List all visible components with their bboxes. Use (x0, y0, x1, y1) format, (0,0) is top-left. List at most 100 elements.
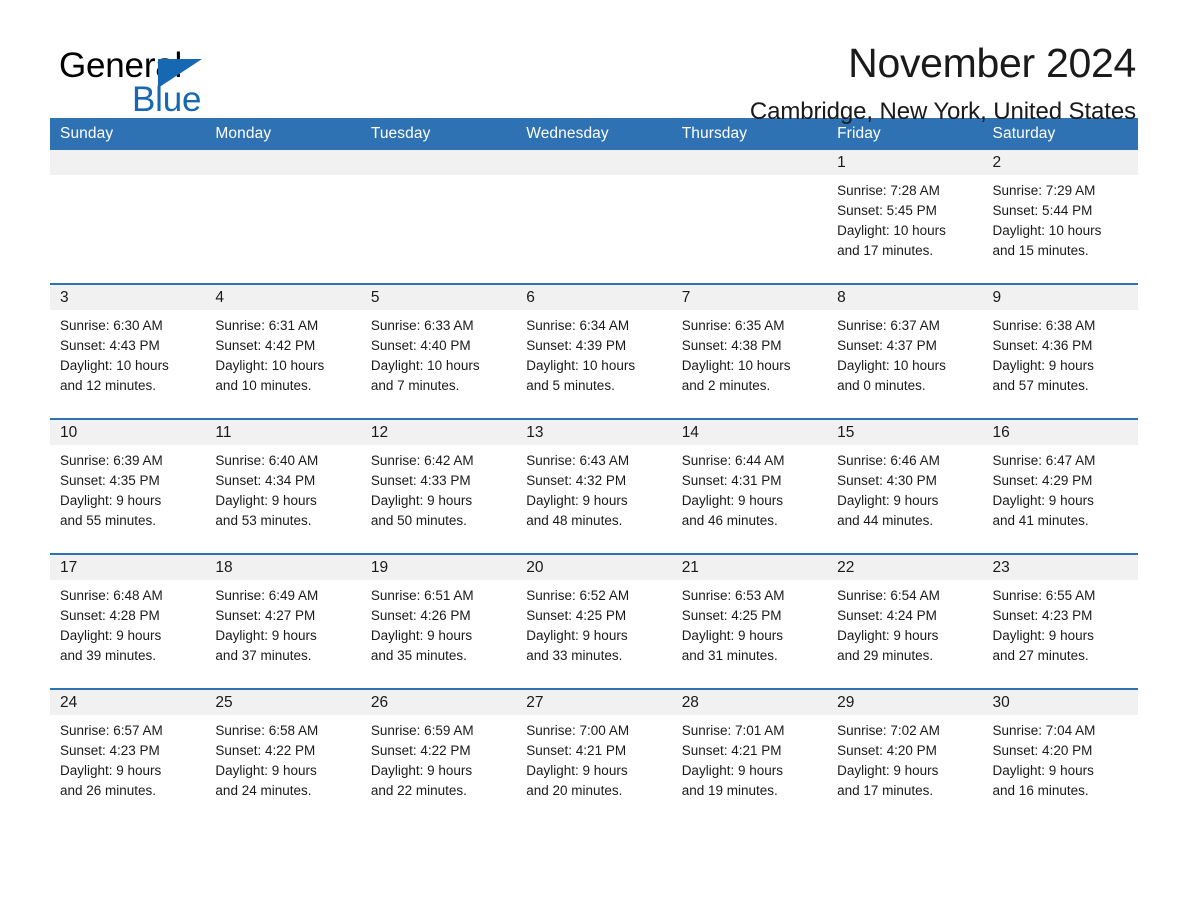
sunset-text: Sunset: 4:40 PM (370, 338, 471, 353)
sunrise-text: Sunrise: 6:54 AM (837, 588, 940, 603)
daylight-text-line1: Daylight: 9 hours (992, 763, 1094, 778)
calendar-day-cell[interactable]: 12 Sunrise: 6:42 AM Sunset: 4:33 PM Dayligh… (360, 418, 517, 554)
calendar-day-cell[interactable]: 28 Sunrise: 7:01 AM Sunset: 4:21 PM Dayligh… (671, 688, 828, 823)
day-number: 30 (992, 694, 1010, 711)
day-number: 6 (526, 289, 535, 306)
daylight-text-line2: and 5 minutes. (526, 378, 615, 393)
day-number-band: 20 (516, 555, 672, 580)
sunset-text: Sunset: 4:30 PM (837, 473, 937, 488)
daylight-text-line2: and 50 minutes. (370, 513, 467, 528)
sunset-text: Sunset: 4:35 PM (60, 473, 160, 488)
calendar-day-cell[interactable]: 26 Sunrise: 6:59 AM Sunset: 4:22 PM Dayligh… (360, 688, 517, 823)
sunrise-text: Sunrise: 6:43 AM (526, 453, 630, 468)
day-cell-inner: 13 Sunrise: 6:43 AM Sunset: 4:32 PM Dayligh… (516, 420, 672, 553)
day-cell-inner: 14 Sunrise: 6:44 AM Sunset: 4:31 PM Dayligh… (671, 420, 828, 553)
calendar-day-cell[interactable]: 1 Sunrise: 7:28 AM Sunset: 5:45 PM Daylight… (827, 150, 983, 284)
day-number: 20 (526, 559, 544, 576)
day-cell-inner: 9 Sunrise: 6:38 AM Sunset: 4:36 PM Daylight… (982, 285, 1138, 418)
calendar-day-cell[interactable]: 15 Sunrise: 6:46 AM Sunset: 4:30 PM Dayligh… (827, 418, 983, 554)
calendar-day-cell[interactable]: 2 Sunrise: 7:29 AM Sunset: 5:44 PM Daylight… (982, 150, 1138, 284)
day-number: 7 (681, 289, 691, 306)
calendar-day-cell[interactable]: 27 Sunrise: 7:00 AM Sunset: 4:21 PM Dayligh… (516, 688, 672, 823)
daylight-text-line1: Daylight: 9 hours (681, 493, 783, 508)
calendar-day-cell[interactable]: 20 Sunrise: 6:52 AM Sunset: 4:25 PM Dayligh… (516, 553, 672, 689)
sunset-text: Sunset: 4:42 PM (215, 338, 316, 353)
sunset-text: Sunset: 4:28 PM (60, 608, 160, 623)
day-number: 21 (681, 559, 699, 576)
calendar-day-cell[interactable]: 4 Sunrise: 6:31 AM Sunset: 4:42 PM Daylight… (205, 283, 361, 419)
calendar-day-cell-empty (671, 150, 828, 284)
calendar-day-cell[interactable]: 22 Sunrise: 6:54 AM Sunset: 4:24 PM Dayligh… (827, 553, 983, 689)
daylight-text-line2: and 29 minutes. (837, 648, 934, 663)
day-number: 29 (837, 694, 855, 711)
daylight-text-line2: and 57 minutes. (992, 378, 1089, 393)
day-number-band: 4 (205, 285, 361, 310)
calendar-day-cell[interactable]: 30 Sunrise: 7:04 AM Sunset: 4:20 PM Dayligh… (982, 688, 1138, 823)
day-cell-inner: 3 Sunrise: 6:30 AM Sunset: 4:43 PM Daylight… (50, 285, 206, 418)
calendar-day-cell[interactable]: 24 Sunrise: 6:57 AM Sunset: 4:23 PM Dayligh… (50, 688, 206, 823)
daylight-text-line2: and 41 minutes. (992, 513, 1089, 528)
day-number-band: 22 (827, 555, 983, 580)
day-number: 23 (992, 559, 1010, 576)
calendar-day-cell[interactable]: 16 Sunrise: 6:47 AM Sunset: 4:29 PM Dayligh… (982, 418, 1138, 554)
calendar-day-cell[interactable]: 18 Sunrise: 6:49 AM Sunset: 4:27 PM Dayligh… (205, 553, 361, 689)
daylight-text-line2: and 35 minutes. (370, 648, 467, 663)
day-cell-inner: 12 Sunrise: 6:42 AM Sunset: 4:33 PM Dayligh… (360, 420, 517, 553)
day-number-band: 1 (827, 150, 983, 175)
daylight-text-line1: Daylight: 9 hours (526, 493, 628, 508)
calendar-day-cell[interactable]: 23 Sunrise: 6:55 AM Sunset: 4:23 PM Dayligh… (982, 553, 1138, 689)
calendar-day-cell[interactable]: 6 Sunrise: 6:34 AM Sunset: 4:39 PM Daylight… (516, 283, 672, 419)
sunset-text: Sunset: 4:36 PM (992, 338, 1093, 353)
sunset-text: Sunset: 4:23 PM (992, 608, 1093, 623)
day-number: 14 (681, 424, 699, 441)
daylight-text-line1: Daylight: 10 hours (837, 223, 946, 238)
daylight-text-line2: and 12 minutes. (60, 378, 157, 393)
day-number-band: 25 (205, 690, 361, 715)
calendar-day-cell[interactable]: 19 Sunrise: 6:51 AM Sunset: 4:26 PM Dayligh… (360, 553, 517, 689)
day-number-band: 5 (360, 285, 517, 310)
day-cell-inner (360, 150, 517, 283)
calendar-week-row: 10 Sunrise: 6:39 AM Sunset: 4:35 PM Dayligh… (50, 418, 1138, 554)
day-cell-inner: 4 Sunrise: 6:31 AM Sunset: 4:42 PM Daylight… (205, 285, 361, 418)
day-number-band: 17 (50, 555, 206, 580)
calendar-day-cell[interactable]: 29 Sunrise: 7:02 AM Sunset: 4:20 PM Dayligh… (827, 688, 983, 823)
daylight-text-line2: and 20 minutes. (526, 783, 623, 798)
sunrise-text: Sunrise: 6:39 AM (60, 453, 163, 468)
calendar-day-cell[interactable]: 14 Sunrise: 6:44 AM Sunset: 4:31 PM Dayligh… (671, 418, 828, 554)
calendar-day-cell[interactable]: 8 Sunrise: 6:37 AM Sunset: 4:37 PM Daylight… (827, 283, 983, 419)
logo-text-blue: Blue (132, 80, 202, 119)
day-cell-inner: 29 Sunrise: 7:02 AM Sunset: 4:20 PM Dayligh… (827, 690, 983, 823)
generalblue-logo[interactable]: General Blue (59, 48, 259, 122)
sunrise-text: Sunrise: 6:40 AM (215, 453, 319, 468)
calendar-day-cell[interactable]: 7 Sunrise: 6:35 AM Sunset: 4:38 PM Daylight… (671, 283, 828, 419)
sunrise-text: Sunrise: 7:28 AM (837, 183, 940, 198)
daylight-text-line2: and 37 minutes. (215, 648, 312, 663)
day-sun-info: Sunrise: 6:47 AM Sunset: 4:29 PM Daylight:… (983, 445, 1138, 531)
day-cell-inner: 17 Sunrise: 6:48 AM Sunset: 4:28 PM Dayligh… (50, 555, 206, 688)
day-cell-inner: 27 Sunrise: 7:00 AM Sunset: 4:21 PM Dayligh… (516, 690, 672, 823)
sunrise-text: Sunrise: 6:33 AM (370, 318, 474, 333)
calendar-day-cell[interactable]: 10 Sunrise: 6:39 AM Sunset: 4:35 PM Dayligh… (50, 418, 206, 554)
calendar-day-cell[interactable]: 9 Sunrise: 6:38 AM Sunset: 4:36 PM Daylight… (982, 283, 1138, 419)
calendar-day-cell[interactable]: 5 Sunrise: 6:33 AM Sunset: 4:40 PM Daylight… (360, 283, 517, 419)
calendar-day-cell[interactable]: 13 Sunrise: 6:43 AM Sunset: 4:32 PM Dayligh… (516, 418, 672, 554)
day-number-band: 2 (982, 150, 1138, 175)
day-number-band: 12 (360, 420, 517, 445)
day-number: 12 (370, 424, 389, 441)
day-cell-inner: 22 Sunrise: 6:54 AM Sunset: 4:24 PM Dayligh… (827, 555, 983, 688)
day-number-band: 26 (360, 690, 517, 715)
calendar-day-cell[interactable]: 17 Sunrise: 6:48 AM Sunset: 4:28 PM Dayligh… (50, 553, 206, 689)
calendar-day-cell[interactable]: 11 Sunrise: 6:40 AM Sunset: 4:34 PM Dayligh… (205, 418, 361, 554)
daylight-text-line2: and 16 minutes. (992, 783, 1089, 798)
calendar-day-cell[interactable]: 3 Sunrise: 6:30 AM Sunset: 4:43 PM Daylight… (50, 283, 206, 419)
sunset-text: Sunset: 5:45 PM (837, 203, 937, 218)
sunset-text: Sunset: 4:21 PM (526, 743, 627, 758)
daylight-text-line2: and 24 minutes. (215, 783, 312, 798)
day-cell-inner: 18 Sunrise: 6:49 AM Sunset: 4:27 PM Dayligh… (205, 555, 361, 688)
calendar-day-cell[interactable]: 21 Sunrise: 6:53 AM Sunset: 4:25 PM Dayligh… (671, 553, 828, 689)
day-sun-info: Sunrise: 6:55 AM Sunset: 4:23 PM Daylight:… (983, 580, 1138, 666)
calendar-week-row: 24 Sunrise: 6:57 AM Sunset: 4:23 PM Dayligh… (50, 688, 1138, 823)
day-cell-inner: 20 Sunrise: 6:52 AM Sunset: 4:25 PM Dayligh… (516, 555, 672, 688)
calendar-day-cell[interactable]: 25 Sunrise: 6:58 AM Sunset: 4:22 PM Dayligh… (205, 688, 361, 823)
daylight-text-line1: Daylight: 10 hours (837, 358, 946, 373)
